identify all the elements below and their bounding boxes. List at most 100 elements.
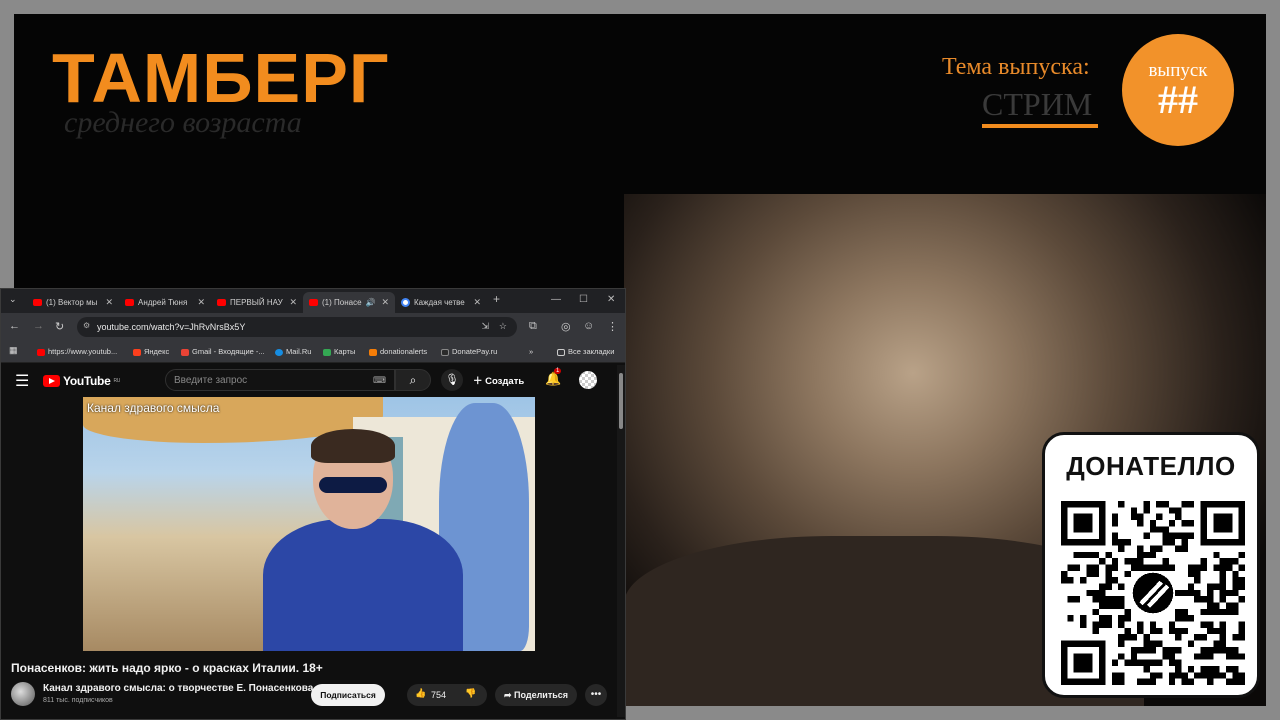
tab-bar: ⌄ (1) Вектор мы ✕ Андрей Тюня ✕ ПЕРВЫЙ Н… (1, 289, 625, 313)
search-button[interactable]: ⌕ (395, 369, 431, 391)
tab-5[interactable]: Каждая четве ✕ (395, 292, 487, 313)
create-button[interactable]: ＋ Создать (473, 373, 524, 387)
keyboard-icon[interactable]: ⌨ (373, 375, 386, 386)
close-icon[interactable]: ✕ (289, 297, 297, 308)
account-avatar[interactable] (579, 371, 597, 389)
video-presenter (263, 429, 463, 651)
channel-avatar[interactable] (11, 682, 35, 706)
tab-4-active[interactable]: (1) Понасе 🔊 ✕ (303, 292, 395, 313)
youtube-logo-text: YouTube (63, 374, 111, 388)
profile-icon[interactable]: ◎ (561, 320, 571, 333)
more-actions-icon[interactable]: ••• (585, 684, 607, 706)
video-watermark: Канал здравого смысла (87, 401, 220, 415)
youtube-icon (33, 299, 42, 306)
maps-icon (323, 348, 331, 356)
thumbs-up-icon[interactable]: 👍 (415, 688, 426, 699)
close-icon[interactable]: ✕ (105, 297, 113, 308)
tab-label: Каждая четве (414, 298, 465, 307)
close-icon[interactable]: ✕ (381, 297, 389, 308)
thumbs-down-icon[interactable]: 👎 (465, 688, 476, 699)
show-logo-subtitle: среднего возраста (64, 106, 302, 139)
youtube-icon (217, 299, 226, 306)
speaker-icon[interactable]: 🔊 (366, 298, 376, 307)
new-tab-button[interactable]: + (493, 292, 500, 306)
google-icon (401, 298, 410, 307)
bookmark-gmail[interactable]: Gmail - Входящие -... (181, 347, 265, 356)
close-icon[interactable]: ✕ (197, 297, 205, 308)
video-player[interactable]: Канал здравого смысла (83, 397, 535, 651)
search-input[interactable]: Введите запрос (165, 369, 395, 391)
region-code: RU (113, 378, 121, 384)
tab-1[interactable]: (1) Вектор мы ✕ (27, 292, 119, 313)
more-bookmarks-icon[interactable]: » (529, 347, 533, 356)
donate-card: ДОНАТЕЛЛО (1042, 432, 1260, 698)
youtube-logo[interactable]: YouTube RU (43, 374, 120, 388)
search-icon: ⌕ (409, 373, 417, 387)
bookmark-donatepay[interactable]: DonatePay.ru (441, 347, 497, 356)
reload-icon[interactable]: ↻ (55, 320, 64, 333)
like-count: 754 (431, 690, 447, 700)
back-arrow-icon[interactable]: ← (9, 320, 20, 332)
voice-search-button[interactable]: 🎙 (441, 369, 463, 391)
youtube-icon (309, 299, 318, 306)
share-icon: ➦ (503, 690, 515, 700)
window-close-button[interactable]: ✕ (607, 294, 615, 305)
all-bookmarks[interactable]: Все закладки (557, 347, 614, 356)
install-icon[interactable]: ⇲ (481, 321, 489, 332)
channel-name[interactable]: Канал здравого смысла: о творчестве Е. П… (43, 683, 313, 694)
url-text: youtube.com/watch?v=JhRvNrsBx5Y (97, 322, 246, 332)
tab-2[interactable]: Андрей Тюня ✕ (119, 292, 211, 313)
microphone-icon: 🎙 (445, 374, 459, 386)
like-dislike-group: 👍 754 👎 (407, 684, 487, 706)
bookmarks-bar: ▦ https://www.youtub... Яндекс Gmail - В… (1, 341, 625, 363)
topic-label: Тема выпуска: (942, 54, 1090, 80)
tab-3[interactable]: ПЕРВЫЙ НАУ ✕ (211, 292, 303, 313)
subscribe-button[interactable]: Подписаться (311, 684, 385, 706)
address-bar-row: ← → ↻ ⚙ youtube.com/watch?v=JhRvNrsBx5Y … (1, 313, 625, 341)
browser-window: ⌄ (1) Вектор мы ✕ Андрей Тюня ✕ ПЕРВЫЙ Н… (0, 288, 626, 720)
tab-search-icon[interactable]: ⌄ (9, 294, 17, 305)
gmail-icon (181, 348, 189, 356)
tab-label: ПЕРВЫЙ НАУ (230, 298, 283, 307)
topic-value: СТРИМ (982, 86, 1093, 122)
bookmark-mailru[interactable]: Mail.Ru (275, 347, 311, 356)
subscriber-count: 811 тыс. подписчиков (43, 697, 113, 704)
tab-label: (1) Понасе (322, 298, 362, 307)
donationalerts-icon (369, 348, 377, 356)
forward-arrow-icon[interactable]: → (33, 320, 44, 332)
extensions-icon[interactable]: ⧉ (529, 320, 537, 333)
menu-dots-icon[interactable]: ⋮ (607, 320, 618, 333)
apps-grid-icon[interactable]: ▦ (9, 345, 18, 356)
hamburger-menu-icon[interactable]: ☰ (15, 371, 29, 391)
yandex-icon (133, 348, 141, 356)
episode-badge: выпуск ## (1122, 34, 1234, 146)
bookmark-yandex[interactable]: Яндекс (133, 347, 169, 356)
account-icon[interactable]: ☺ (583, 320, 594, 332)
star-icon[interactable]: ☆ (499, 321, 507, 332)
donatepay-icon (441, 348, 449, 356)
tab-label: (1) Вектор мы (46, 298, 98, 307)
topic-underline (982, 124, 1098, 128)
folder-icon (557, 348, 565, 356)
donate-title: ДОНАТЕЛЛО (1066, 451, 1236, 481)
youtube-icon (125, 299, 134, 306)
youtube-header: ☰ YouTube RU Введите запрос ⌨ ⌕ 🎙 ＋ Созд… (1, 363, 625, 397)
mailru-icon (275, 348, 283, 356)
url-field[interactable]: ⚙ youtube.com/watch?v=JhRvNrsBx5Y ⇲ ☆ (77, 317, 517, 337)
close-icon[interactable]: ✕ (473, 297, 481, 308)
scrollbar-thumb[interactable] (619, 373, 623, 429)
youtube-icon (37, 348, 45, 356)
tab-label: Андрей Тюня (138, 298, 188, 307)
youtube-play-icon (43, 375, 60, 387)
donate-qr-code (1061, 501, 1245, 685)
site-info-icon[interactable]: ⚙ (83, 321, 90, 330)
share-button[interactable]: ➦ Поделиться (495, 684, 577, 706)
episode-number: ## (1158, 77, 1198, 122)
bookmark-youtube[interactable]: https://www.youtub... (37, 347, 117, 356)
minimize-button[interactable]: — (551, 294, 561, 305)
bookmark-donationalerts[interactable]: donationalerts (369, 347, 427, 356)
plus-icon: ＋ (473, 376, 486, 387)
bookmark-maps[interactable]: Карты (323, 347, 355, 356)
video-title: Понасенков: жить надо ярко - о красках И… (11, 661, 323, 675)
maximize-button[interactable]: ☐ (579, 294, 588, 305)
